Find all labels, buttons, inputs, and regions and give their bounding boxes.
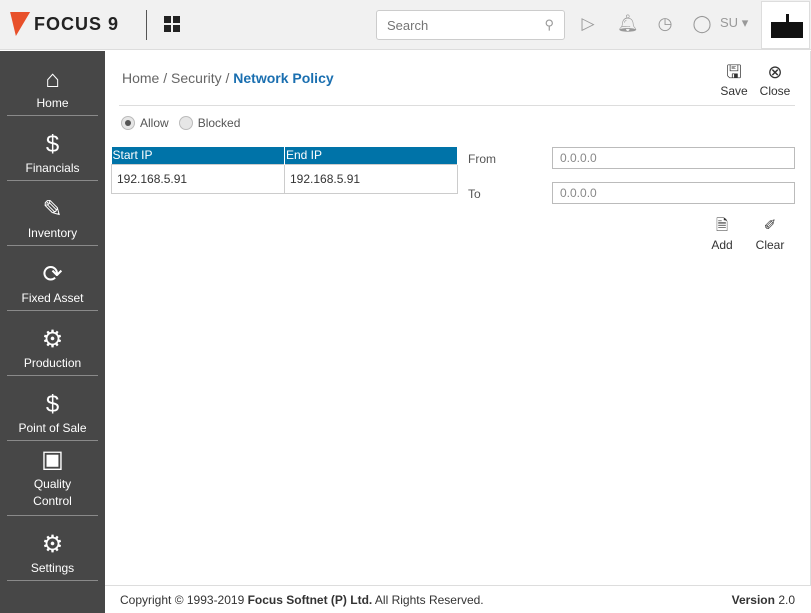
production-icon: ⚙ (41, 326, 64, 353)
footer: Copyright © 1993-2019 Focus Softnet (P) … (105, 585, 811, 613)
to-ip-field[interactable] (552, 182, 795, 204)
page-title: Network Policy (233, 70, 334, 86)
user-avatar-icon[interactable]: ◯ (692, 14, 712, 34)
top-bar: FOCUS 9 ⚲ ▷ 🔔︎ ◷ ◯ SU ▾ (0, 0, 811, 50)
close-button[interactable]: ⊗ Close (755, 62, 795, 98)
settings-icon: ⚙ (41, 531, 64, 558)
logo-mark-icon (5, 12, 31, 36)
blocked-radio[interactable]: Blocked (178, 116, 240, 130)
sidebar-item-fixed-asset[interactable]: ⟳ Fixed Asset (7, 246, 98, 311)
search-input[interactable] (387, 17, 527, 33)
sidebar-item-quality-control[interactable]: ▣ Quality Control (7, 441, 98, 516)
sidebar-item-inventory[interactable]: ✎ Inventory (7, 181, 98, 246)
breadcrumb-security[interactable]: Security (171, 70, 222, 86)
clear-button[interactable]: ✐ Clear (750, 216, 790, 252)
add-icon: 🗎 (715, 217, 729, 234)
version: Version 2.0 (731, 592, 795, 607)
sidebar-item-home[interactable]: ⌂ Home (7, 51, 98, 116)
caret-down-icon: ▾ (741, 15, 749, 30)
breadcrumb-home[interactable]: Home (122, 70, 159, 86)
save-button[interactable]: 🖫 Save (714, 62, 754, 98)
save-icon: 🖫 (726, 62, 742, 82)
column-end-ip: End IP (284, 147, 458, 164)
to-label: To (468, 187, 481, 201)
from-ip-field[interactable] (552, 147, 795, 169)
quality-control-icon: ▣ (41, 446, 64, 473)
home-icon: ⌂ (45, 66, 60, 93)
pos-icon: $ (45, 391, 60, 418)
divider (119, 105, 795, 106)
company-logo[interactable] (761, 1, 810, 49)
search-icon[interactable]: ⚲ (544, 17, 554, 33)
from-label: From (468, 152, 496, 166)
main-content: Home / Security / Network Policy 🖫 Save ⊗… (105, 51, 811, 585)
sidebar-item-financials[interactable]: $ Financials (7, 116, 98, 181)
column-start-ip: Start IP (111, 147, 285, 164)
table-header: Start IP End IP (111, 147, 458, 164)
focus-logo[interactable]: FOCUS 9 (5, 12, 119, 36)
sidebar: ⌂ Home $ Financials ✎ Inventory ⟳ Fixed Asse… (0, 51, 105, 613)
user-menu[interactable]: SU ▾ (720, 15, 748, 31)
search-box[interactable]: ⚲ (376, 10, 565, 40)
table-row[interactable]: 192.168.5.91 192.168.5.91 (111, 163, 458, 194)
inventory-icon: ✎ (42, 196, 63, 223)
mode-radio-group: Allow Blocked (121, 116, 240, 130)
history-icon[interactable]: ◷ (655, 14, 675, 34)
allow-radio[interactable]: Allow (121, 116, 169, 130)
close-icon: ⊗ (767, 62, 783, 82)
ip-table: Start IP End IP 192.168.5.91 192.168.5.91 (111, 147, 458, 194)
eraser-icon: ✐ (763, 217, 777, 234)
sidebar-item-production[interactable]: ⚙ Production (7, 311, 98, 376)
sidebar-item-point-of-sale[interactable]: $ Point of Sale (7, 376, 98, 441)
copyright: Copyright © 1993-2019 Focus Softnet (P) … (120, 592, 484, 607)
add-button[interactable]: 🗎 Add (702, 216, 742, 252)
bell-icon[interactable]: 🔔︎ (617, 14, 639, 34)
apps-grid-icon[interactable] (164, 16, 180, 32)
sidebar-item-settings[interactable]: ⚙ Settings (7, 516, 98, 581)
play-icon[interactable]: ▷ (578, 14, 598, 34)
fixed-asset-icon: ⟳ (42, 261, 63, 288)
breadcrumb: Home / Security / Network Policy (122, 70, 334, 86)
divider (146, 10, 147, 40)
financials-icon: $ (45, 131, 60, 158)
